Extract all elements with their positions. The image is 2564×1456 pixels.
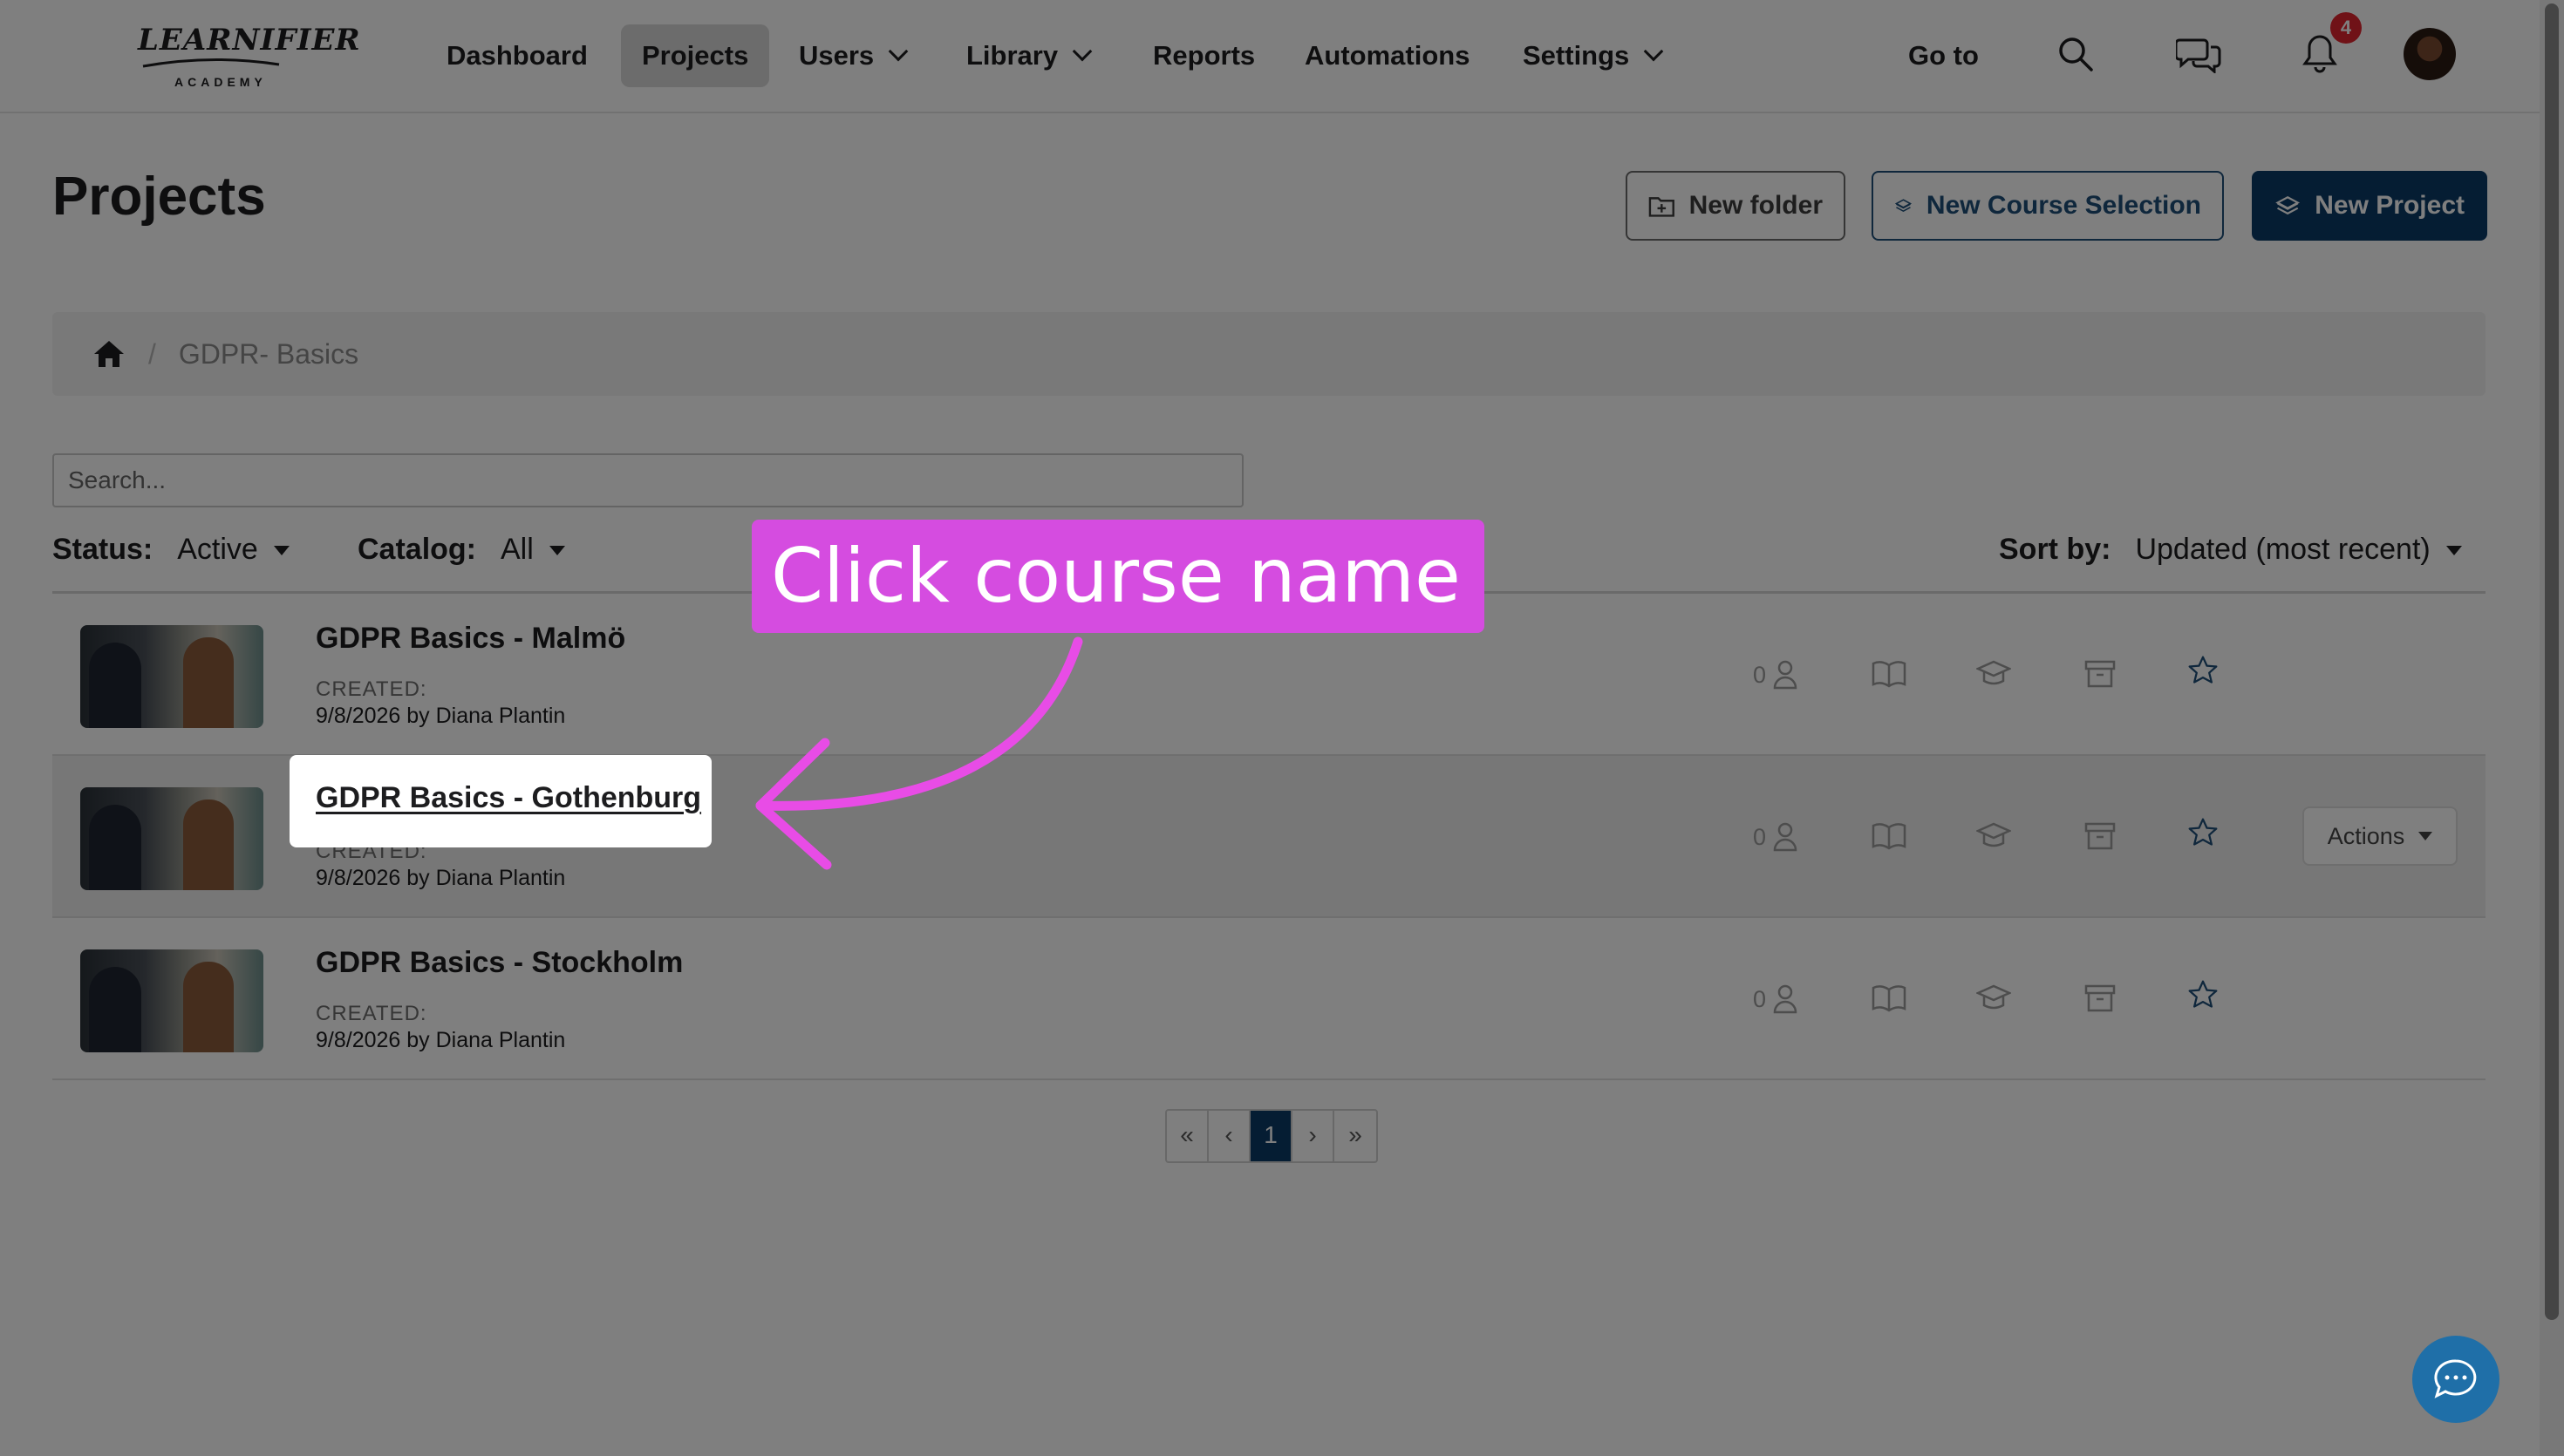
pointer-arrow-icon xyxy=(755,636,1083,870)
